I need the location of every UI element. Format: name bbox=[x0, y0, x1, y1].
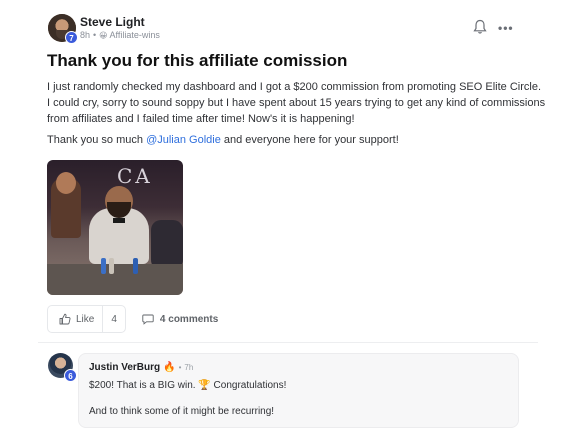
post-body: I just randomly checked my dashboard and… bbox=[47, 81, 546, 125]
category-emoji-icon: 😀 bbox=[99, 30, 108, 40]
comment-separator: • bbox=[178, 363, 182, 372]
post-meta: 8h • 😀 Affiliate-wins bbox=[80, 30, 160, 40]
divider bbox=[38, 342, 538, 343]
post-title: Thank you for this affiliate comission bbox=[47, 51, 348, 70]
author-name[interactable]: Steve Light bbox=[80, 15, 145, 29]
comment-header: Justin VerBurg 🔥 • 7h bbox=[89, 362, 193, 373]
comments-button[interactable]: 4 comments bbox=[142, 313, 218, 325]
fire-icon: 🔥 bbox=[163, 362, 176, 373]
more-icon[interactable]: ••• bbox=[498, 21, 514, 35]
post-category[interactable]: Affiliate-wins bbox=[110, 30, 160, 40]
thanks-suffix: and everyone here for your support! bbox=[220, 134, 399, 146]
post-thanks: Thank you so much @Julian Goldie and eve… bbox=[47, 134, 399, 146]
comments-label: 4 comments bbox=[159, 313, 219, 325]
post-image[interactable]: CA bbox=[47, 160, 183, 295]
level-badge: 7 bbox=[65, 31, 78, 44]
comment-text-line2: And to think some of it might be recurri… bbox=[89, 406, 275, 417]
commenter-name[interactable]: Justin VerBurg bbox=[89, 362, 160, 373]
thumbs-up-icon bbox=[59, 313, 71, 325]
like-count[interactable]: 4 bbox=[102, 306, 125, 332]
author-avatar[interactable]: 7 bbox=[48, 14, 78, 44]
post-actions: Like 4 4 comments bbox=[47, 304, 218, 334]
commenter-avatar[interactable]: 6 bbox=[48, 353, 77, 382]
meta-separator: • bbox=[93, 30, 97, 40]
like-label: Like bbox=[76, 313, 95, 325]
like-control: Like 4 bbox=[47, 305, 126, 333]
comment-text-line1: $200! That is a BIG win. 🏆 Congratulatio… bbox=[89, 380, 287, 391]
thanks-prefix: Thank you so much bbox=[47, 134, 147, 146]
post-time: 8h bbox=[80, 30, 91, 40]
bell-icon[interactable] bbox=[473, 19, 487, 35]
mention-link[interactable]: @Julian Goldie bbox=[146, 134, 221, 146]
like-button[interactable]: Like bbox=[48, 306, 102, 332]
comment-icon bbox=[142, 314, 154, 325]
level-badge: 6 bbox=[64, 369, 77, 382]
comment-bubble: Justin VerBurg 🔥 • 7h $200! That is a BI… bbox=[78, 353, 519, 428]
comment-time: 7h bbox=[184, 363, 194, 372]
